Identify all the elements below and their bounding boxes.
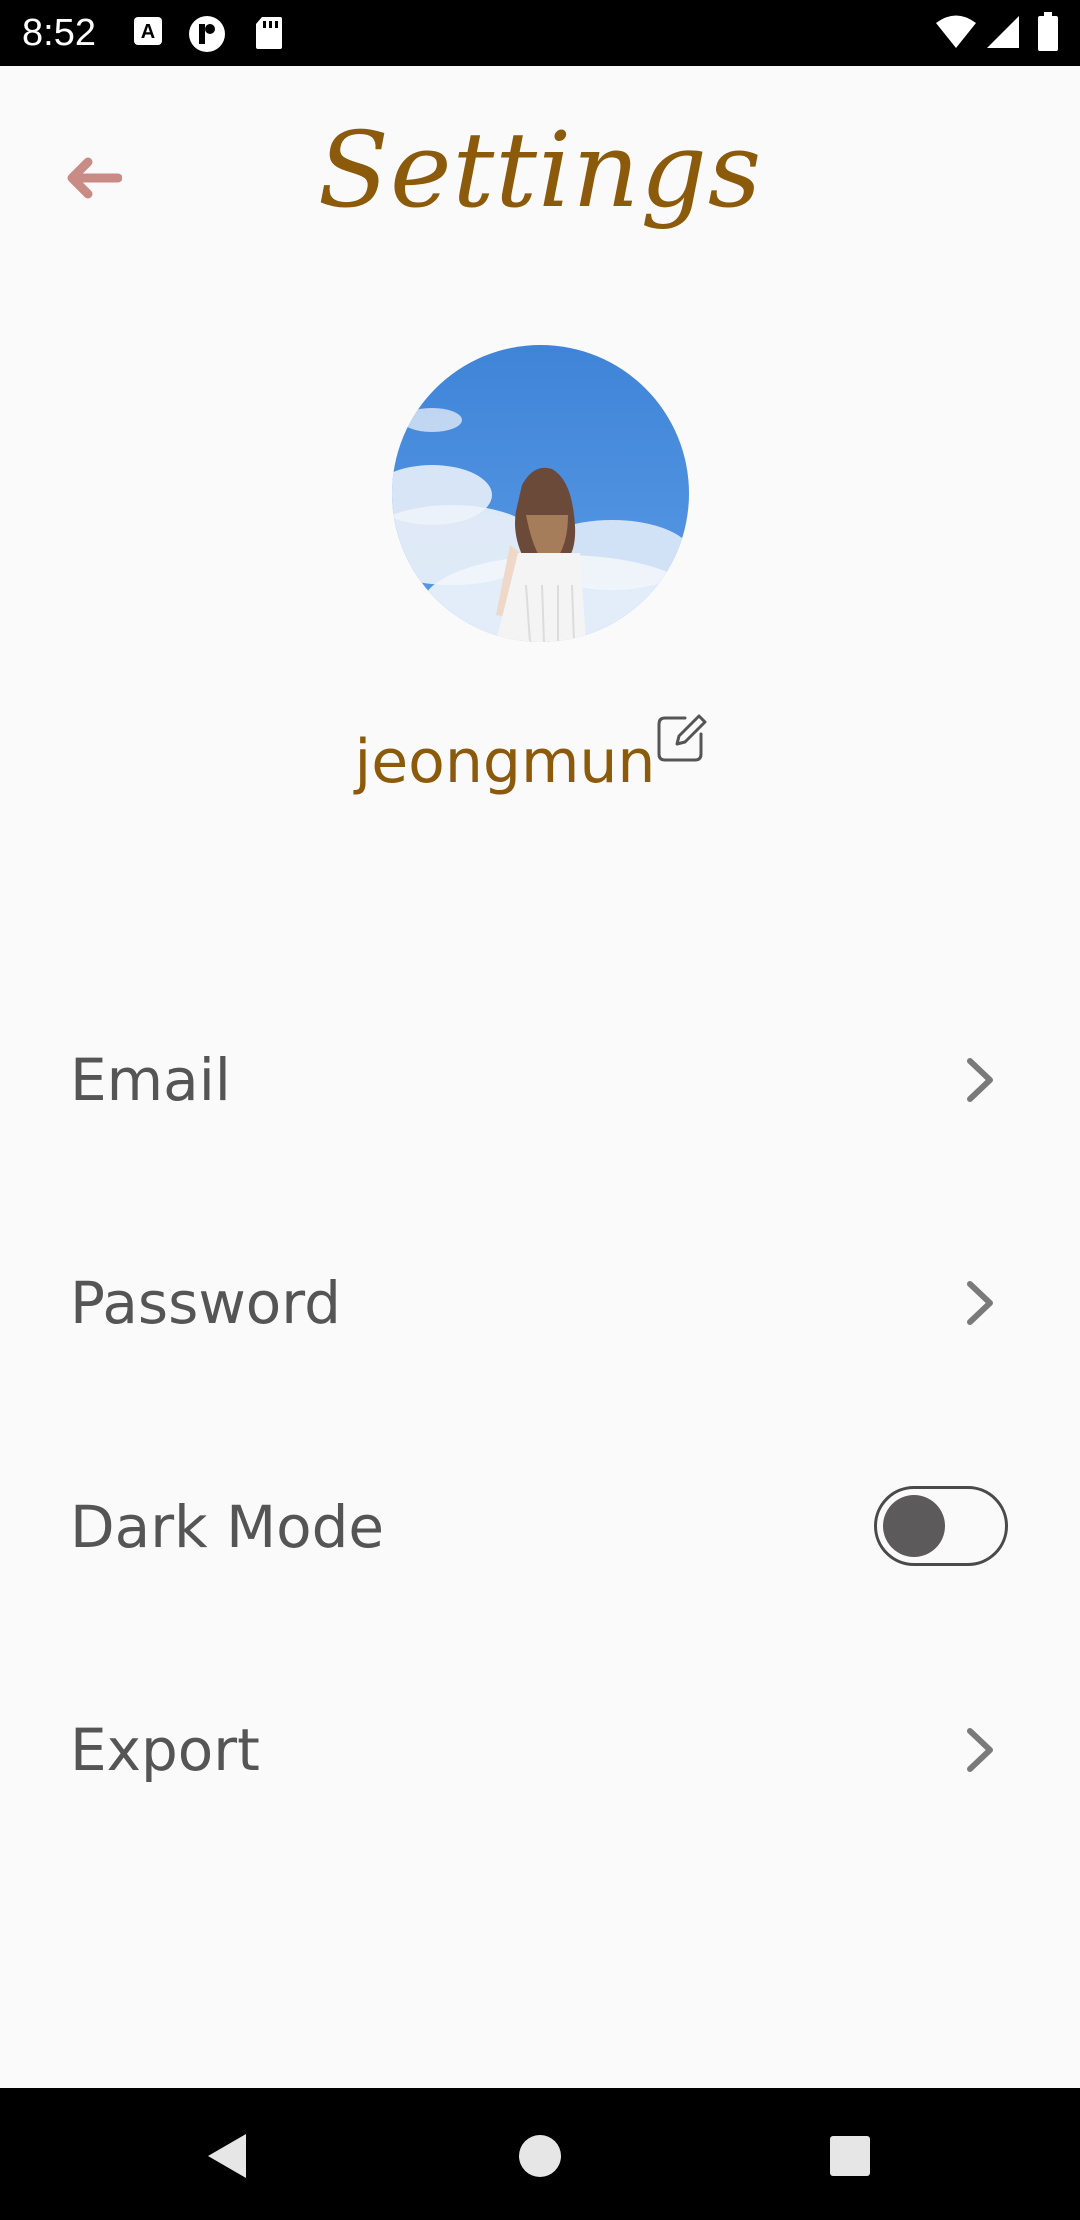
status-time: 8:52 <box>22 12 96 54</box>
settings-item-label: Export <box>70 1716 260 1784</box>
nav-recents-button[interactable] <box>820 2128 880 2184</box>
settings-item-password[interactable]: Password <box>0 1218 1080 1398</box>
chevron-right-icon <box>960 1055 1000 1105</box>
recents-square-icon <box>830 2136 870 2176</box>
username-row: jeongmun <box>0 712 1080 812</box>
settings-item-label: Password <box>70 1269 341 1337</box>
avatar-photo <box>392 345 689 642</box>
signal-icon <box>985 14 1021 54</box>
nav-back-button[interactable] <box>200 2128 260 2184</box>
status-bar: 8:52 A <box>0 0 1080 66</box>
avatar[interactable] <box>392 345 689 642</box>
navigation-bar <box>0 2088 1080 2220</box>
settings-item-email[interactable]: Email <box>0 995 1080 1175</box>
svg-text:A: A <box>141 21 155 43</box>
settings-item-dark-mode: Dark Mode <box>0 1442 1080 1622</box>
home-circle-icon <box>519 2135 561 2177</box>
settings-screen: 8:52 A Settings jeongmun Email Password … <box>0 0 1080 2220</box>
battery-icon <box>1037 12 1059 56</box>
username: jeongmun <box>354 727 656 797</box>
back-triangle-icon <box>208 2134 246 2178</box>
settings-item-label: Email <box>70 1046 231 1114</box>
edit-icon[interactable] <box>655 712 707 764</box>
dark-mode-toggle[interactable] <box>874 1486 1008 1566</box>
sd-card-icon <box>254 15 284 55</box>
nav-home-button[interactable] <box>510 2128 570 2184</box>
chevron-right-icon <box>960 1278 1000 1328</box>
chevron-right-icon <box>960 1725 1000 1775</box>
settings-item-label: Dark Mode <box>70 1493 385 1561</box>
toggle-knob <box>883 1495 945 1557</box>
page-title: Settings <box>317 109 763 231</box>
wifi-icon <box>935 14 977 54</box>
a-notification-icon: A <box>132 15 164 51</box>
p-notification-icon <box>188 15 226 57</box>
settings-item-export[interactable]: Export <box>0 1665 1080 1845</box>
